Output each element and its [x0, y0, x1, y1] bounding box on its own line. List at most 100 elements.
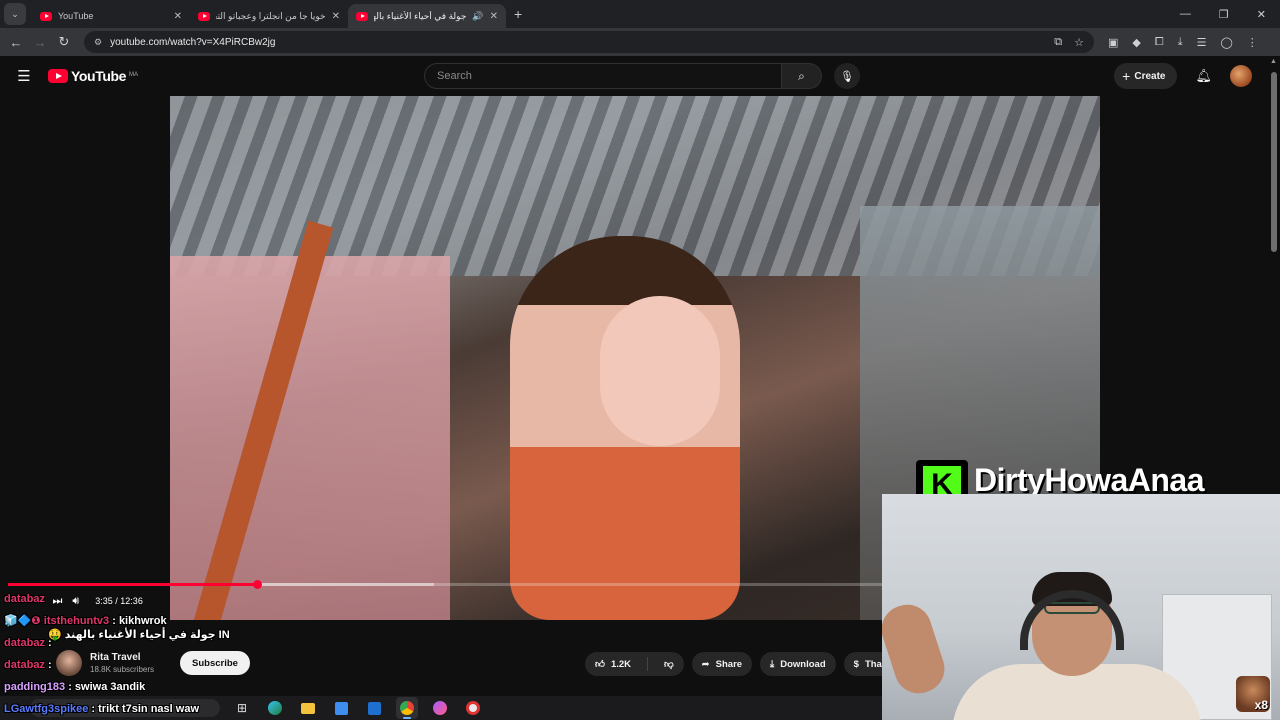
edge-icon[interactable] [264, 697, 286, 719]
close-icon[interactable]: ✕ [174, 11, 182, 22]
channel-name[interactable]: Rita Travel [90, 652, 154, 663]
streamer-webcam [882, 494, 1280, 720]
close-icon[interactable]: ✕ [332, 11, 340, 22]
download-button[interactable]: ⤓ Download [760, 652, 836, 676]
reading-list-icon[interactable]: ☰ [1197, 36, 1207, 49]
create-button[interactable]: + Create [1114, 63, 1178, 89]
search-bar: ⌕ 🎙 [424, 63, 860, 89]
time-display: 3:35 / 12:36 [95, 596, 143, 606]
chat-text: : [48, 637, 52, 649]
subscribe-button[interactable]: Subscribe [180, 651, 250, 675]
download-arrow-icon: ⤓ [770, 658, 775, 670]
store-icon[interactable] [330, 697, 352, 719]
country-code: MA [129, 72, 139, 78]
chat-username: databaz [4, 593, 45, 605]
share-button[interactable]: ➦ Share [691, 652, 753, 676]
video-frame-face [600, 296, 720, 446]
share-arrow-icon: ➦ [701, 658, 710, 670]
youtube-header-actions: + Create 🔔︎ [1114, 63, 1252, 89]
thanks-icon: $ [853, 658, 859, 670]
youtube-wordmark: YouTube [71, 68, 127, 84]
search-icon: ⌕ [798, 68, 805, 83]
file-explorer-icon[interactable] [297, 697, 319, 719]
chat-username: databaz [4, 659, 45, 671]
share-label: Share [715, 658, 743, 670]
scroll-up-icon[interactable]: ▲ [1270, 58, 1277, 65]
volume-icon[interactable]: 🔊︎ [72, 595, 79, 608]
youtube-logo[interactable]: YouTube MA [48, 68, 138, 84]
chat-message: 🧊🔷❶ itsthehuntv3 : kikhwrok [4, 614, 167, 628]
new-tab-button[interactable]: + [514, 6, 522, 22]
scrollbar-thumb[interactable] [1271, 72, 1277, 252]
chat-username: 🧊🔷❶ itsthehuntv3 [4, 615, 110, 627]
like-button[interactable]: 👍︎ 1.2K [585, 652, 641, 676]
youtube-play-icon [48, 69, 68, 83]
address-bar[interactable]: ⚙ youtube.com/watch?v=X4PiRCBw2jg ⧉ ☆ [84, 31, 1094, 53]
account-avatar[interactable] [1230, 65, 1252, 87]
site-info-icon[interactable]: ⚙ [94, 37, 102, 48]
scrubber-handle[interactable] [252, 580, 262, 589]
tab-search-button[interactable]: ⌄ [4, 3, 26, 25]
back-arrow-icon[interactable]: ← [4, 35, 28, 50]
speaker-icon[interactable]: 🔊 [472, 11, 483, 22]
create-label: Create [1134, 70, 1166, 82]
download-icon[interactable]: ⤓ [1178, 36, 1183, 49]
chat-message: databaz [4, 592, 45, 606]
kebab-menu-icon[interactable]: ⋮ [1247, 36, 1258, 49]
forward-arrow-icon[interactable]: → [28, 35, 52, 50]
recorder-icon[interactable] [462, 697, 484, 719]
next-icon[interactable]: ⏭ [52, 595, 62, 608]
browser-tab-3[interactable]: جولة في أحياء الأغنياء بالهند 🤑 🔊 ✕ [348, 4, 506, 28]
youtube-favicon-icon [198, 11, 210, 21]
translate-icon[interactable]: ▣ [1108, 36, 1118, 49]
messenger-icon[interactable] [429, 697, 451, 719]
chevron-down-icon: ⌄ [11, 8, 19, 19]
like-count: 1.2K [610, 658, 632, 670]
like-dislike-group: 👍︎ 1.2K 👎︎ [585, 652, 684, 676]
notifications-bell-icon[interactable]: 🔔︎ [1195, 68, 1212, 84]
url-text: youtube.com/watch?v=X4PiRCBw2jg [110, 36, 276, 48]
plus-icon: + [1122, 68, 1131, 84]
search-button[interactable]: ⌕ [782, 63, 822, 89]
channel-avatar[interactable] [56, 650, 82, 676]
chat-text: 🤑 جولة في أحياء الأغنياء بالهند IN [48, 629, 230, 641]
voice-search-button[interactable]: 🎙 [834, 63, 860, 89]
close-icon[interactable]: ✕ [490, 11, 498, 22]
extensions-puzzle-icon[interactable]: ⧠ [1155, 36, 1164, 49]
outlook-icon[interactable] [363, 697, 385, 719]
chat-username: databaz [4, 637, 45, 649]
extensions-area: ▣ ◆ ⧠ ⤓ ☰ ◯ ⋮ [1108, 36, 1258, 49]
chat-message: databaz : [4, 636, 52, 650]
dislike-button[interactable]: 👎︎ [654, 652, 684, 676]
chat-message: databaz : [4, 658, 52, 672]
divider [647, 657, 649, 671]
thumbs-down-icon: 👎︎ [664, 659, 674, 670]
task-view-icon[interactable]: ⊞ [231, 697, 253, 719]
profile-icon[interactable]: ◯ [1220, 36, 1232, 49]
microphone-icon: 🎙 [840, 70, 854, 83]
restore-icon[interactable]: ❐ [1219, 8, 1229, 21]
chrome-icon[interactable] [396, 697, 418, 719]
video-progress-bar[interactable] [8, 580, 882, 589]
install-app-icon[interactable]: ⧉ [1054, 36, 1062, 49]
channel-info: Rita Travel 18.8K subscribers [90, 652, 154, 674]
extension-diamond-icon[interactable]: ◆ [1132, 36, 1140, 49]
search-input[interactable] [424, 63, 782, 89]
subscriber-count: 18.8K subscribers [90, 665, 155, 674]
tab-title: خويا جا من انجلترا وعجباتو التجربة [216, 10, 326, 21]
close-window-icon[interactable]: ✕ [1257, 8, 1266, 21]
browser-tab-2[interactable]: خويا جا من انجلترا وعجباتو التجربة ✕ [190, 4, 348, 28]
played-bar [8, 583, 257, 586]
browser-toolbar: ← → ↻ ⚙ youtube.com/watch?v=X4PiRCBw2jg … [0, 28, 1280, 56]
minimize-icon[interactable]: — [1180, 8, 1191, 21]
chat-text: : swiwa 3andik [68, 681, 146, 693]
youtube-header: ☰ YouTube MA ⌕ 🎙 + Create 🔔︎ [0, 56, 1268, 96]
youtube-favicon-icon [356, 11, 368, 21]
browser-tab-1[interactable]: YouTube ✕ [32, 4, 190, 28]
page-scrollbar[interactable]: ▲ [1268, 56, 1280, 494]
hamburger-menu-icon[interactable]: ☰ [0, 67, 48, 85]
chat-message: padding183 : swiwa 3andik [4, 680, 145, 694]
reload-icon[interactable]: ↻ [52, 34, 76, 50]
bookmark-star-icon[interactable]: ☆ [1074, 36, 1084, 49]
channel-row: Rita Travel 18.8K subscribers Subscribe [56, 650, 250, 676]
